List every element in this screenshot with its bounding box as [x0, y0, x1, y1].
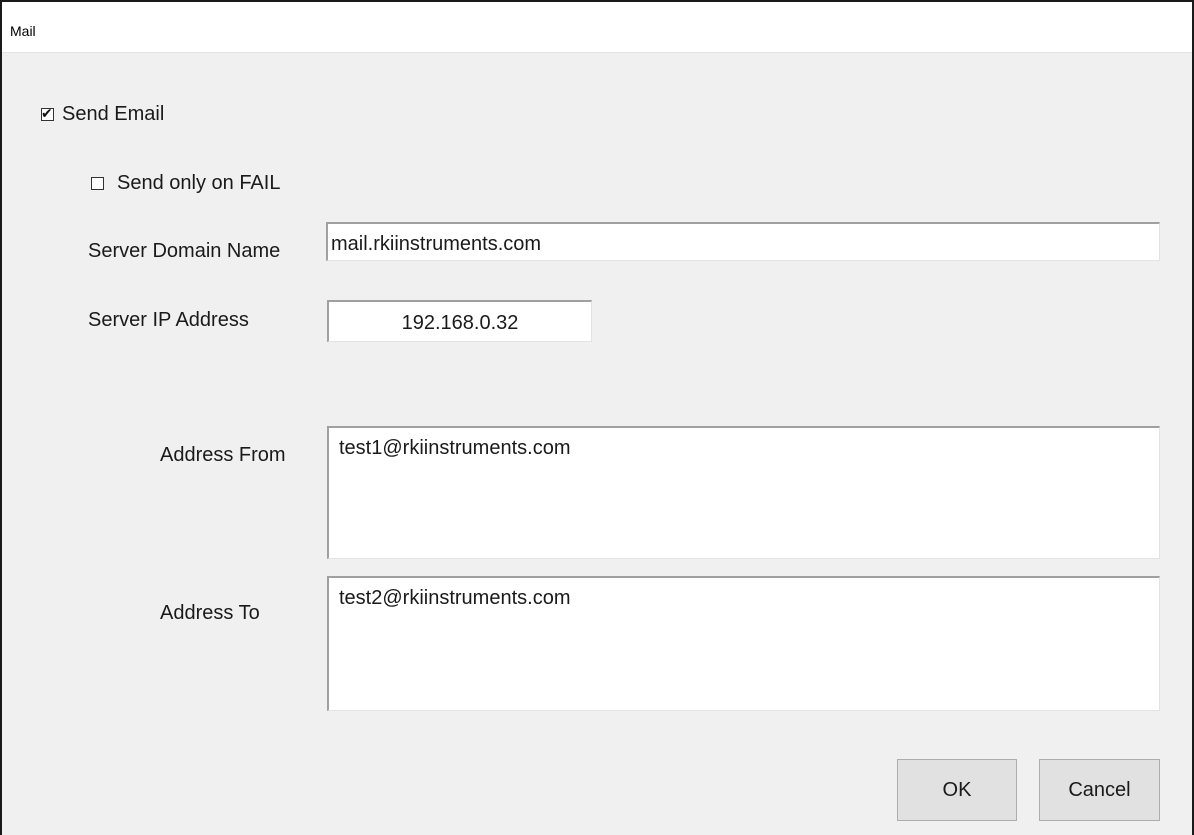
send-email-checkbox[interactable]: ✔	[41, 106, 54, 122]
title-bar[interactable]: Mail	[2, 2, 1192, 53]
server-domain-input[interactable]: mail.rkiinstruments.com	[326, 222, 1160, 261]
ok-button[interactable]: OK	[897, 759, 1017, 821]
send-only-on-fail-checkbox[interactable]	[91, 177, 104, 190]
send-email-label[interactable]: Send Email	[62, 103, 164, 126]
send-only-on-fail-label[interactable]: Send only on FAIL	[117, 172, 280, 195]
address-to-textarea[interactable]: test2@rkiinstruments.com	[327, 576, 1160, 711]
address-from-textarea[interactable]: test1@rkiinstruments.com	[327, 426, 1160, 559]
mail-dialog: Mail ✔ Send Email Send only on FAIL Serv…	[0, 0, 1194, 835]
address-from-label: Address From	[160, 444, 286, 466]
server-ip-input[interactable]: 192.168.0.32	[327, 300, 592, 342]
server-domain-label: Server Domain Name	[88, 240, 281, 262]
cancel-button[interactable]: Cancel	[1039, 759, 1160, 821]
check-mark-icon: ✔	[41, 106, 53, 122]
address-to-label: Address To	[160, 602, 260, 624]
server-ip-label: Server IP Address	[88, 309, 249, 331]
window-title: Mail	[10, 23, 36, 39]
